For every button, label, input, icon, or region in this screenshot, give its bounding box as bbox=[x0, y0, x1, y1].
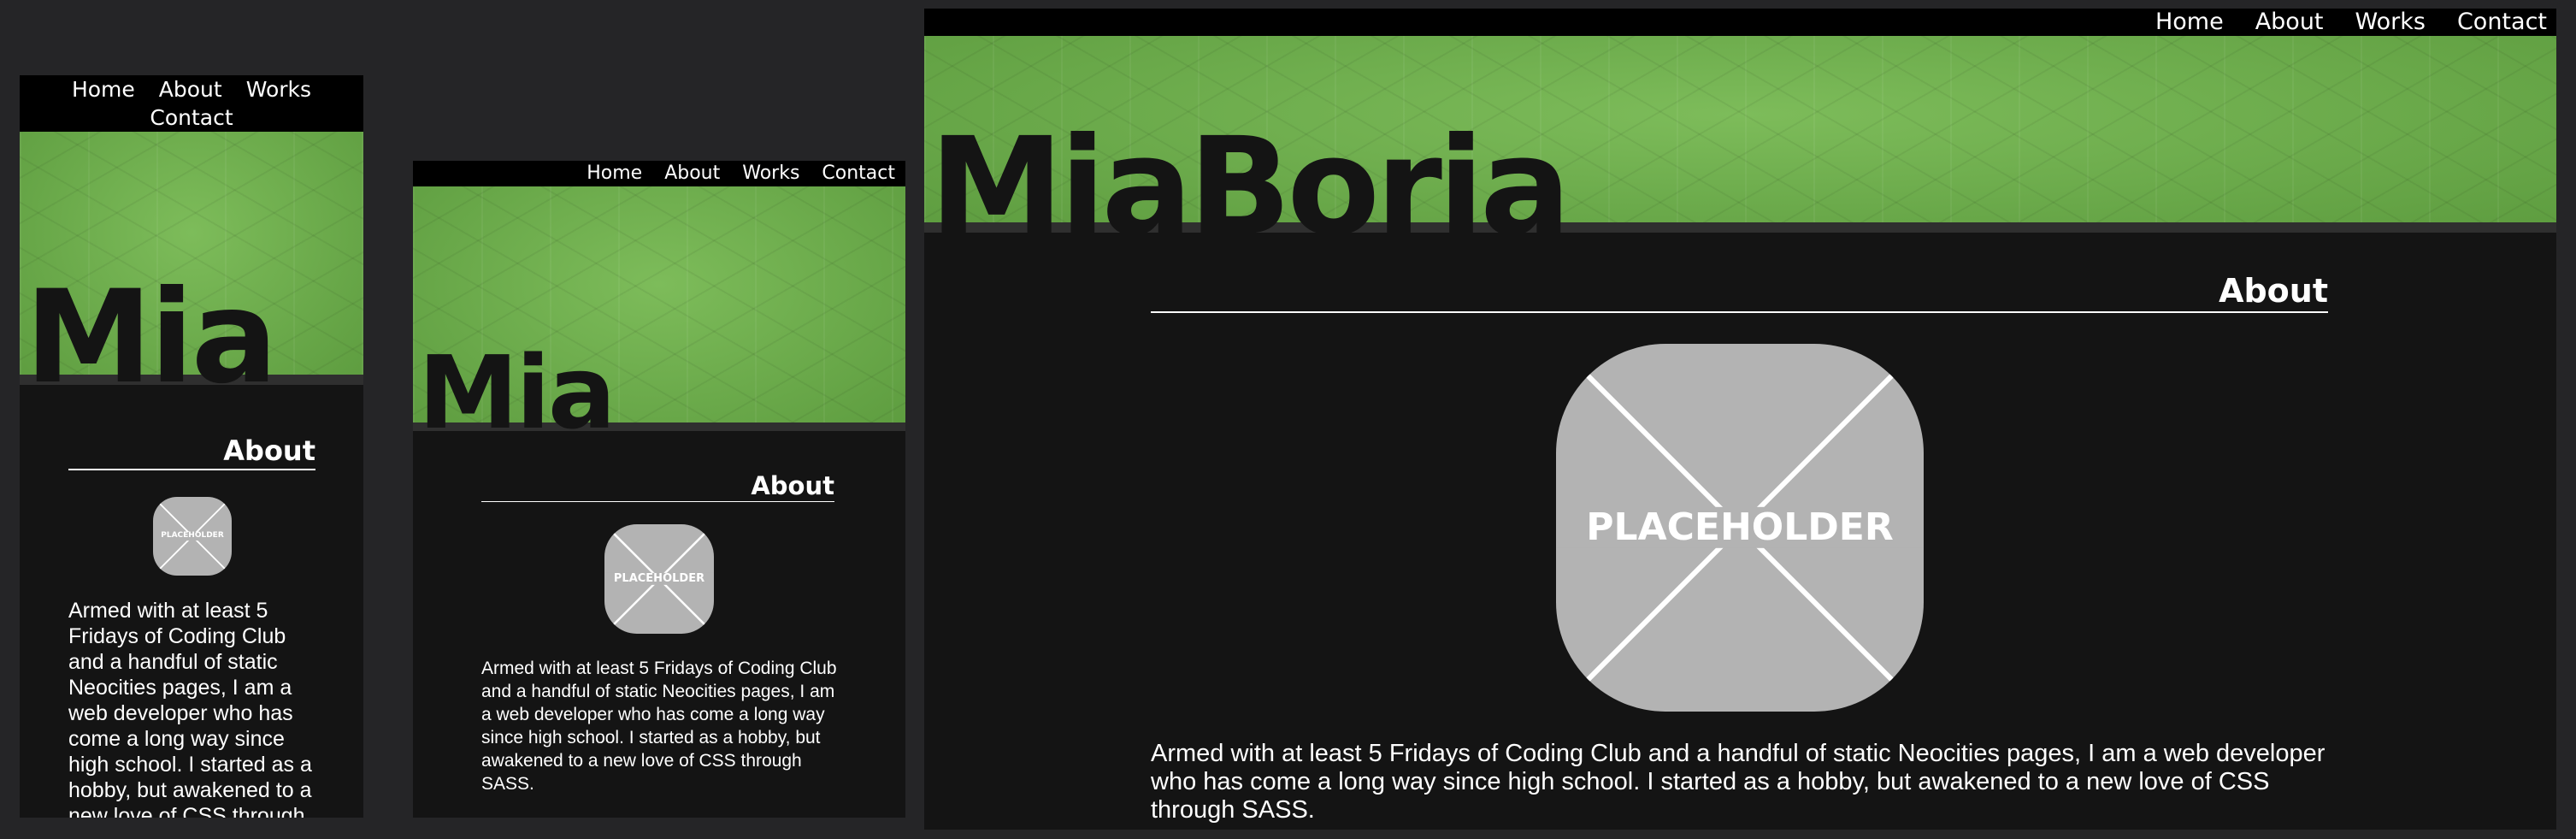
nav-home-link[interactable]: Home bbox=[587, 161, 642, 186]
tablet-preview: Home About Works Contact Mia About PLACEHOL… bbox=[413, 161, 905, 818]
placeholder-image: PLACEHOLDER bbox=[604, 524, 714, 634]
site-logo: Mia bbox=[418, 334, 616, 431]
site-logo: MiaBoria bbox=[929, 109, 1571, 233]
mobile-preview: Home About Works Contact Mia About PLACEHO… bbox=[20, 75, 363, 818]
header-banner: Mia bbox=[20, 132, 363, 385]
about-paragraph: Armed with at least 5 Fridays of Coding … bbox=[481, 659, 837, 794]
placeholder-image: PLACEHOLDER bbox=[153, 497, 232, 576]
nav-about-link[interactable]: About bbox=[159, 75, 222, 103]
nav-about-link[interactable]: About bbox=[2255, 9, 2324, 36]
header-banner: MiaBoria bbox=[924, 36, 2556, 233]
nav-contact-link[interactable]: Contact bbox=[150, 103, 233, 132]
placeholder-label: PLACEHOLDER bbox=[604, 572, 714, 586]
placeholder-label: PLACEHOLDER bbox=[1556, 506, 1924, 549]
nav-about-link[interactable]: About bbox=[664, 161, 720, 186]
desktop-preview: Home About Works Contact MiaBoria About PLA… bbox=[924, 9, 2556, 830]
section-heading: About bbox=[1151, 272, 2328, 313]
nav-contact-link[interactable]: Contact bbox=[822, 161, 895, 186]
placeholder-image: PLACEHOLDER bbox=[1556, 344, 1924, 712]
about-paragraph: Armed with at least 5 Fridays of Coding … bbox=[1151, 740, 2325, 824]
placeholder-label: PLACEHOLDER bbox=[153, 531, 232, 541]
nav-works-link[interactable]: Works bbox=[742, 161, 799, 186]
section-heading: About bbox=[68, 434, 315, 470]
navbar: Home About Works Contact bbox=[924, 9, 2556, 36]
navbar: Home About Works Contact bbox=[413, 161, 905, 186]
header-banner: Mia bbox=[413, 186, 905, 431]
nav-works-link[interactable]: Works bbox=[2355, 9, 2426, 36]
navbar: Home About Works Contact bbox=[20, 75, 363, 132]
nav-contact-link[interactable]: Contact bbox=[2457, 9, 2547, 36]
nav-home-link[interactable]: Home bbox=[2155, 9, 2224, 36]
site-logo: Mia bbox=[25, 263, 278, 385]
nav-home-link[interactable]: Home bbox=[72, 75, 135, 103]
section-heading: About bbox=[481, 471, 834, 502]
nav-works-link[interactable]: Works bbox=[246, 75, 311, 103]
about-paragraph: Armed with at least 5 Fridays of Coding … bbox=[68, 599, 312, 818]
